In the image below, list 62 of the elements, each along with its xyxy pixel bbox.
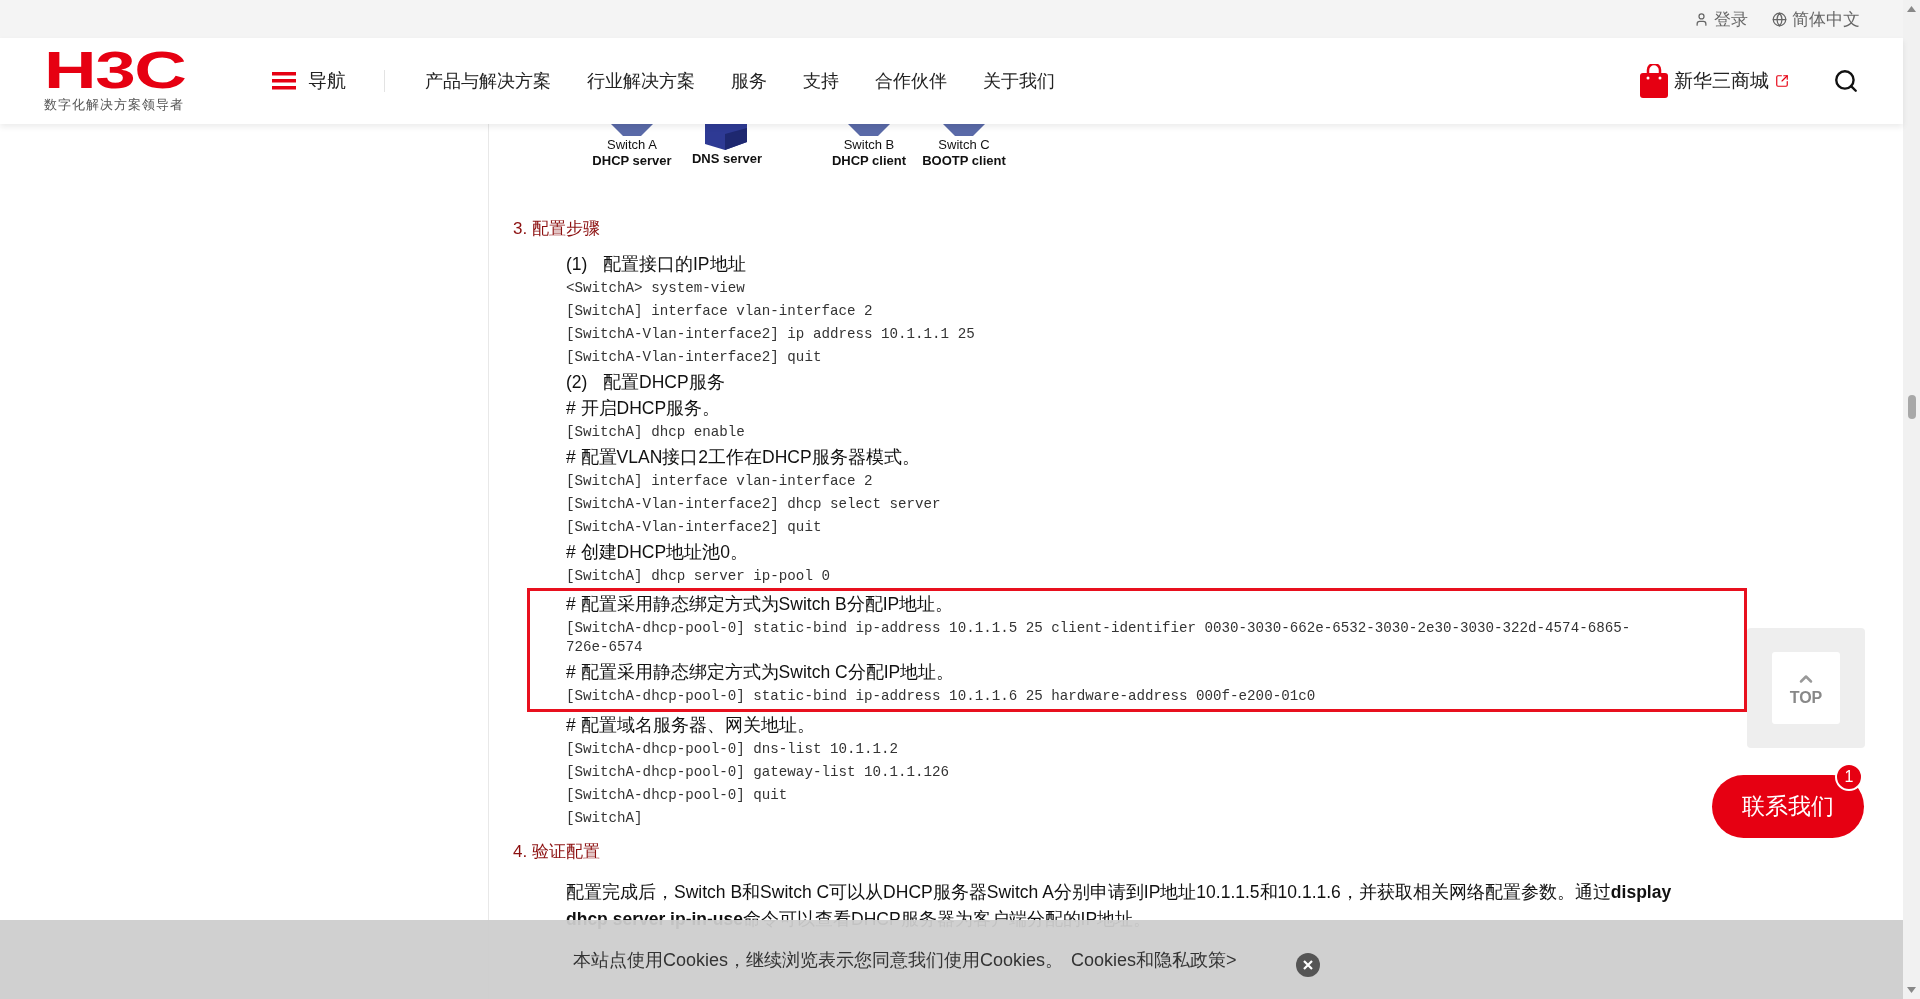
nav-item[interactable]: 关于我们: [983, 69, 1055, 93]
code-line: [SwitchA]: [566, 809, 644, 828]
scroll-thumb[interactable]: [1908, 395, 1916, 419]
nav-toggle[interactable]: 导航: [272, 70, 385, 92]
paragraph: 配置完成后，Switch B和Switch C可以从DHCP服务器Switch A分别申请到IP地址10.1.1.5和10.1.1.6，并获取相关网络配置参数。通过display dhcp server ip-in-use命令可以查看DHCP服务器为客户端分配的IP地址。: [566, 881, 1673, 931]
shopping-bag-icon: [1640, 64, 1668, 98]
node-label: Switch A: [606, 137, 658, 153]
menu-icon: [272, 72, 296, 90]
code-line: [SwitchA-dhcp-pool-0] static-bind ip-address 10.1.1.6 25 hardware-address 000f-e200-01c0: [566, 687, 1317, 706]
section-heading: 3. 配置步骤: [513, 218, 601, 240]
comment-line: # 创建DHCP地址池0。: [566, 541, 749, 564]
comment-line: # 配置域名服务器、网关地址。: [566, 714, 816, 737]
code-line: [SwitchA-Vlan-interface2] quit: [566, 348, 823, 367]
shop-link[interactable]: 新华三商城: [1640, 64, 1789, 98]
back-to-top-button[interactable]: TOP: [1772, 652, 1840, 724]
top-link[interactable]: 简体中文: [1772, 7, 1860, 31]
nav-item[interactable]: 支持: [803, 69, 839, 93]
step-title: 配置接口的IP地址: [603, 253, 746, 276]
top-link[interactable]: 登录: [1694, 7, 1748, 31]
code-line: [SwitchA] interface vlan-interface 2: [566, 302, 874, 321]
notification-badge: 1: [1835, 763, 1863, 791]
nav-item[interactable]: 合作伙伴: [875, 69, 947, 93]
code-line: [SwitchA-dhcp-pool-0] dns-list 10.1.1.2: [566, 740, 900, 759]
external-link-icon: [1775, 74, 1789, 88]
node-role: DHCP server: [591, 153, 673, 169]
code-line: [SwitchA-Vlan-interface2] quit: [566, 518, 823, 537]
nav-item[interactable]: 服务: [731, 69, 767, 93]
comment-line: # 配置采用静态绑定方式为Switch B分配IP地址。: [566, 593, 955, 616]
logo-tagline: 数字化解决方案领导者: [44, 96, 185, 114]
code-line: <SwitchA> system-view: [566, 279, 746, 298]
user-icon: [1694, 11, 1709, 27]
step-title: 配置DHCP服务: [603, 371, 725, 394]
step-number: (1): [566, 253, 589, 276]
comment-line: # 配置采用静态绑定方式为Switch C分配IP地址。: [566, 661, 956, 684]
code-line: [SwitchA-Vlan-interface2] dhcp select server: [566, 495, 942, 514]
nav-item[interactable]: 行业解决方案: [587, 69, 695, 93]
scrollbar[interactable]: [1903, 0, 1920, 999]
section-heading: 4. 验证配置: [513, 841, 601, 863]
server-icon: [705, 124, 749, 150]
code-line: [SwitchA] dhcp server ip-pool 0: [566, 567, 831, 586]
close-button[interactable]: [1296, 953, 1320, 977]
nav-item[interactable]: 产品与解决方案: [425, 69, 551, 93]
code-line: [SwitchA] interface vlan-interface 2: [566, 472, 874, 491]
code-line: [SwitchA-dhcp-pool-0] quit: [566, 786, 789, 805]
globe-icon: [1772, 11, 1787, 27]
search-button[interactable]: [1833, 68, 1859, 94]
node-label: Switch B: [842, 137, 896, 153]
code-line: [SwitchA-Vlan-interface2] ip address 10.1.1.1 25: [566, 325, 976, 344]
code-line: [SwitchA-dhcp-pool-0] static-bind ip-address 10.1.1.5 25 client-identifier 0030-3030-662e-6532-3030-2e30-3030-322d-4574-6865-726e-6574: [566, 619, 1632, 657]
close-icon: [1302, 959, 1314, 971]
comment-line: # 配置VLAN接口2工作在DHCP服务器模式。: [566, 446, 921, 469]
node-label: Switch C: [937, 137, 991, 153]
comment-line: # 开启DHCP服务。: [566, 397, 722, 420]
node-role: BOOTP client: [921, 153, 1007, 169]
logo-mark[interactable]: H3C: [44, 48, 198, 92]
scroll-down-icon[interactable]: [1907, 987, 1916, 993]
scroll-up-icon[interactable]: [1907, 6, 1916, 12]
privacy-link[interactable]: Cookies和隐私政策>: [1071, 947, 1237, 972]
cookie-text: 本站点使用Cookies，继续浏览表示您同意我们使用Cookies。: [573, 948, 1064, 972]
step-number: (2): [566, 371, 589, 394]
code-line: [SwitchA-dhcp-pool-0] gateway-list 10.1.1.126: [566, 763, 951, 782]
code-line: [SwitchA] dhcp enable: [566, 423, 746, 442]
